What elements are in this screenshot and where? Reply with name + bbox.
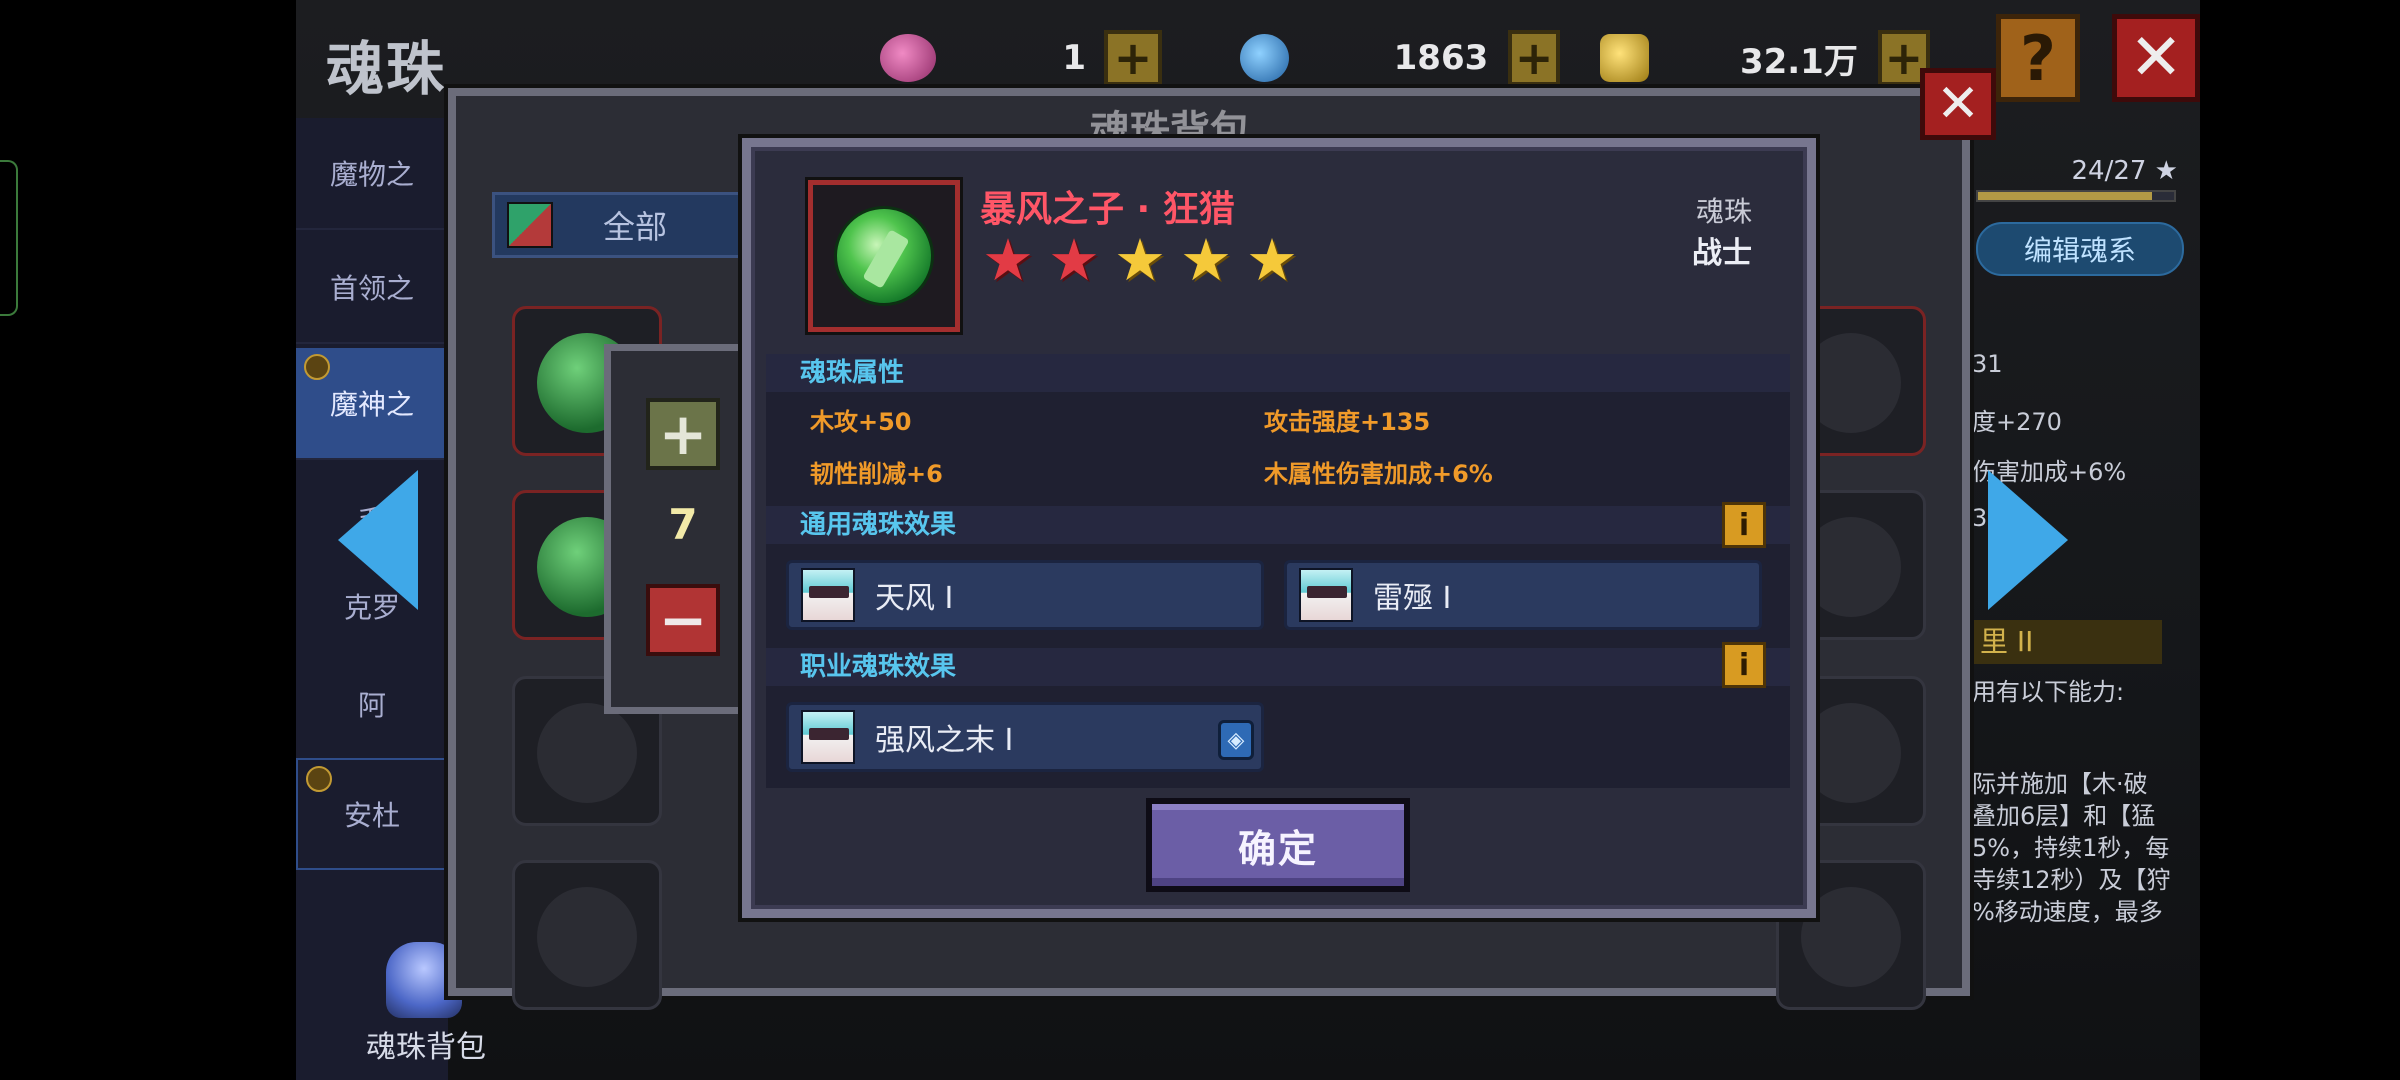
screen-title: 魂珠: [326, 35, 447, 103]
sidebar-item-label: 首领之: [329, 272, 414, 305]
filter-dropdown[interactable]: 全部: [492, 192, 752, 258]
attribute-item: 攻击强度+135: [1264, 408, 1431, 436]
right-info-line: 3: [1972, 504, 1988, 532]
effect-label: 雷殛 Ⅰ: [1373, 581, 1452, 616]
filter-category-icon: [507, 202, 553, 248]
right-info-line: 度+270: [1972, 408, 2062, 436]
add-purple-button[interactable]: +: [1104, 30, 1162, 86]
green-soul-orb-icon: [834, 206, 934, 306]
soul-orb-icon: [1801, 887, 1901, 987]
attribute-item: 木属性伤害加成+6%: [1264, 460, 1493, 488]
effect-avatar-icon: [801, 568, 855, 622]
blue-gem-icon: [1240, 34, 1289, 82]
confirm-button[interactable]: 确定: [1146, 798, 1410, 892]
sidebar-item-andu[interactable]: 安杜: [296, 758, 448, 870]
lock-icon: [304, 354, 330, 380]
ability-desc-line: 际并施加【木·破: [1972, 770, 2148, 798]
attribute-item: 木攻+50: [810, 408, 912, 436]
sidebar-item-label: 魔神之: [329, 388, 414, 421]
currency-blue: 1863 +: [1240, 30, 1560, 86]
collection-progress-fill: [1978, 192, 2153, 200]
sidebar-item-a[interactable]: 阿: [296, 648, 448, 760]
star-icon: ★: [1180, 226, 1232, 294]
item-name: 暴风之子 · 狂猎: [980, 189, 1235, 230]
ability-desc-line: 寺续12秒）及【狩: [1972, 866, 2171, 894]
currency-purple-value: 1: [1062, 38, 1086, 78]
soul-orb-slot[interactable]: [512, 860, 662, 1010]
close-soul-bag-button[interactable]: ✕: [1920, 68, 1996, 140]
filter-selected-label: 全部: [603, 208, 668, 246]
collection-progress-bar: [1976, 190, 2176, 202]
ability-desc-line: %移动速度，最多: [1972, 898, 2163, 926]
item-type: 魂珠: [1695, 195, 1752, 228]
collection-progress-text: 24/27 ★: [2071, 156, 2178, 186]
sidebar-item-monster[interactable]: 魔物之: [296, 118, 448, 230]
star-icon: ★: [1246, 226, 1298, 294]
decrease-quantity-button[interactable]: −: [646, 584, 720, 656]
soul-bag-label[interactable]: 魂珠背包: [296, 1022, 556, 1066]
increase-quantity-button[interactable]: +: [646, 398, 720, 470]
sidebar-item-label: 安杜: [343, 799, 400, 832]
class-effect-card[interactable]: 强风之末 Ⅰ: [786, 702, 1264, 772]
general-effect-section-header: 通用魂珠效果: [766, 506, 1790, 544]
ability-text: 用有以下能力:: [1972, 678, 2125, 706]
attribute-item: 韧性削减+6: [810, 460, 943, 488]
sidebar-item-label: 阿: [357, 689, 386, 722]
effect-label: 天风 Ⅰ: [875, 581, 954, 616]
ability-desc-line: 叠加6层】和【猛: [1972, 802, 2156, 830]
soul-orb-icon: [537, 887, 637, 987]
edit-soul-system-button[interactable]: 编辑魂系: [1976, 222, 2184, 276]
currency-gold: 32.1万 +: [1600, 30, 1930, 86]
skill-tag: 里 II: [1972, 620, 2162, 664]
star-icon: ★: [982, 226, 1034, 294]
purple-gem-icon: [880, 34, 936, 82]
currency-blue-value: 1863: [1393, 38, 1489, 78]
general-effect-card[interactable]: 天风 Ⅰ: [786, 560, 1264, 630]
class-shield-icon: ◈: [1218, 720, 1254, 760]
help-button[interactable]: ?: [1996, 14, 2080, 102]
currency-purple: 1 +: [880, 30, 1180, 86]
attribute-section-header: 魂珠属性: [766, 354, 1790, 392]
sidebar-item-label: 魔物之: [329, 158, 414, 191]
item-class: 战士: [1692, 236, 1752, 271]
add-blue-button[interactable]: +: [1508, 30, 1560, 86]
general-effect-card[interactable]: 雷殛 Ⅰ: [1284, 560, 1762, 630]
next-arrow-icon[interactable]: [1988, 470, 2068, 610]
currency-gold-value: 32.1万: [1739, 41, 1858, 82]
effect-label: 强风之末 Ⅰ: [875, 723, 1014, 758]
sidebar-item-demon-god[interactable]: 魔神之: [296, 348, 448, 460]
previous-arrow-icon[interactable]: [338, 470, 418, 610]
class-effect-info-icon[interactable]: i: [1722, 642, 1766, 688]
soul-orb-icon: [1801, 333, 1901, 433]
general-effect-info-icon[interactable]: i: [1722, 502, 1766, 548]
star-icon: ★: [1048, 226, 1100, 294]
right-info-line: 31: [1972, 350, 2003, 378]
screen-edge-indicator: [0, 160, 18, 316]
effect-avatar-icon: [801, 710, 855, 764]
sidebar-item-boss[interactable]: 首领之: [296, 232, 448, 344]
effect-avatar-icon: [1299, 568, 1353, 622]
quantity-value: 7: [668, 500, 698, 549]
class-effect-section-header: 职业魂珠效果: [766, 648, 1790, 686]
soul-orb-icon: [1801, 517, 1901, 617]
ability-desc-line: 5%，持续1秒，每: [1972, 834, 2170, 862]
soul-orb-icon: [1801, 703, 1901, 803]
star-icon: ★: [1114, 226, 1166, 294]
soul-orb-icon: [537, 703, 637, 803]
lock-icon: [306, 766, 332, 792]
close-screen-button[interactable]: ✕: [2112, 14, 2200, 102]
gold-coin-icon: [1600, 34, 1650, 82]
